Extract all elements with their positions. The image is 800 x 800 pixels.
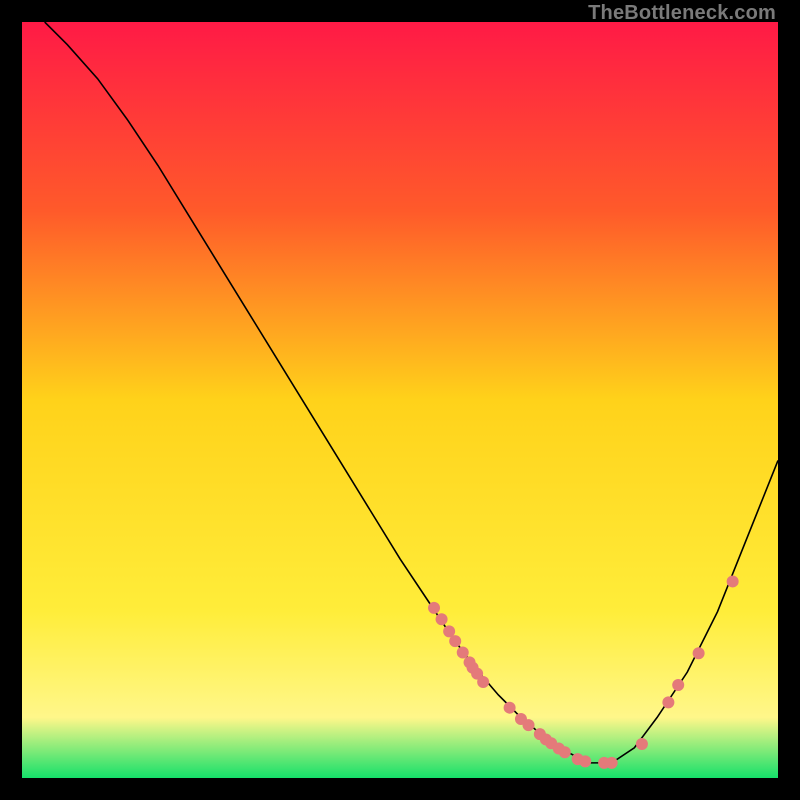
data-marker	[477, 676, 489, 688]
data-marker	[662, 696, 674, 708]
data-marker	[449, 635, 461, 647]
data-marker	[606, 757, 618, 769]
chart-frame	[22, 22, 778, 778]
data-marker	[457, 647, 469, 659]
data-marker	[579, 755, 591, 767]
data-marker	[436, 613, 448, 625]
gradient-background	[22, 22, 778, 778]
data-marker	[636, 738, 648, 750]
data-marker	[727, 575, 739, 587]
bottleneck-chart	[22, 22, 778, 778]
data-marker	[693, 647, 705, 659]
watermark-text: TheBottleneck.com	[588, 2, 776, 25]
data-marker	[504, 702, 516, 714]
data-marker	[559, 746, 571, 758]
data-marker	[428, 602, 440, 614]
data-marker	[523, 719, 535, 731]
data-marker	[672, 679, 684, 691]
